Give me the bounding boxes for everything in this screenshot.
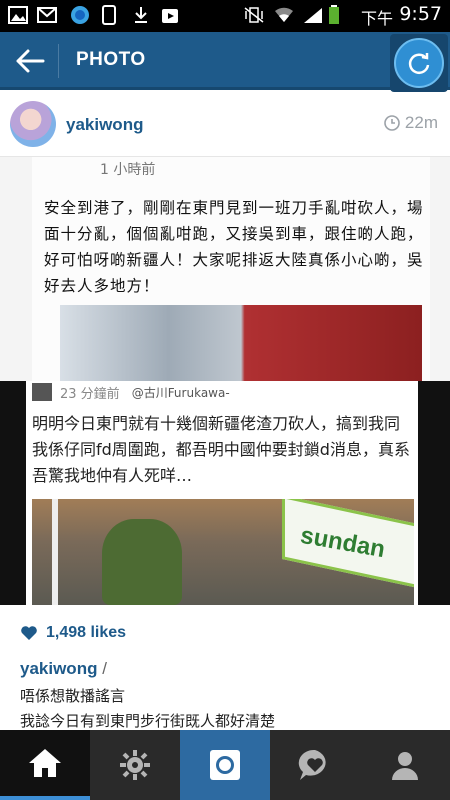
wifi-icon (273, 5, 295, 25)
back-button[interactable] (10, 43, 50, 79)
card2-thumb (32, 383, 52, 401)
app-header: PHOTO (0, 32, 450, 90)
profile-icon (392, 752, 418, 780)
camera-icon (210, 750, 240, 780)
watermark: @古川Furukawa- (131, 385, 230, 400)
card2-inner: 23 分鐘前 @古川Furukawa- 明明今日東門就有十幾個新疆佬渣刀砍人，搞… (26, 381, 418, 605)
screenshot-card-2: 23 分鐘前 @古川Furukawa- 明明今日東門就有十幾個新疆佬渣刀砍人，搞… (0, 381, 450, 605)
likes-row[interactable]: 1,498 likes (20, 624, 126, 642)
card1-text: 安全到港了，剛剛在東門見到一班刀手亂咁砍人，場面十分亂，個個亂咁跑，又接吳到車，… (44, 199, 424, 295)
street-pole (52, 499, 58, 605)
nav-news[interactable] (270, 730, 360, 800)
nav-explore[interactable] (90, 730, 180, 800)
refresh-button[interactable] (390, 34, 448, 92)
nav-profile[interactable] (360, 730, 450, 800)
card2-meta: 23 分鐘前 @古川Furukawa- (32, 381, 230, 403)
screenshot-card-1: 1 小時前 安全到港了，剛剛在東門見到一班刀手亂咁砍人，場面十分亂，個個亂咁跑，… (32, 157, 430, 383)
likes-count: 1,498 likes (46, 624, 127, 641)
gallery-icon (8, 5, 28, 25)
post-photo[interactable]: 1 小時前 安全到港了，剛剛在東門見到一班刀手亂咁砍人，場面十分亂，個個亂咁跑，… (0, 157, 450, 605)
card1-time: 1 小時前 (100, 162, 156, 178)
post-header: yakiwong 22m (0, 93, 450, 157)
post-time-ago: 22m (404, 113, 438, 132)
card2-text: 明明今日東門就有十幾個新疆佬渣刀砍人，搞到我同我係仔同fd周圍跑，都吾明中國仲要… (32, 414, 410, 485)
bottom-nav (0, 730, 450, 800)
caption-username-row: yakiwong / (20, 659, 107, 679)
signal-icon (302, 5, 324, 25)
status-bar: 下午 9:57 (0, 0, 450, 32)
explore-icon (120, 750, 150, 780)
card1-image (60, 305, 422, 383)
news-icon (298, 749, 326, 780)
caption-line-1: 唔係想散播謠言 (20, 687, 126, 705)
download-icon (133, 5, 149, 25)
phone-icon (102, 5, 116, 25)
mail-icon (37, 5, 57, 25)
nav-camera[interactable] (180, 730, 270, 800)
card2-image: sundan (32, 499, 414, 605)
avatar[interactable] (10, 101, 56, 147)
caption-slash: / (97, 659, 107, 678)
nav-home[interactable] (0, 730, 90, 800)
tree (102, 519, 182, 605)
app-circle-icon (70, 5, 90, 25)
battery-icon (328, 5, 340, 25)
caption-username[interactable]: yakiwong (20, 659, 97, 678)
heart-icon (21, 626, 37, 640)
home-icon (29, 749, 61, 777)
caption-line-2: 我諗今日有到東門步行街既人都好清楚 (20, 712, 276, 730)
clock-icon (384, 115, 400, 131)
clock: 9:57 (399, 3, 442, 25)
card2-time: 23 分鐘前 (60, 386, 120, 402)
page-title: PHOTO (76, 49, 146, 70)
vibrate-icon (243, 5, 265, 25)
time-period: 下午 (360, 9, 393, 28)
post-username[interactable]: yakiwong (66, 115, 143, 135)
refresh-icon (394, 38, 444, 88)
header-divider (58, 44, 59, 78)
play-store-icon (160, 5, 180, 25)
back-arrow-icon (16, 49, 45, 73)
post-timestamp: 22m (384, 113, 438, 133)
